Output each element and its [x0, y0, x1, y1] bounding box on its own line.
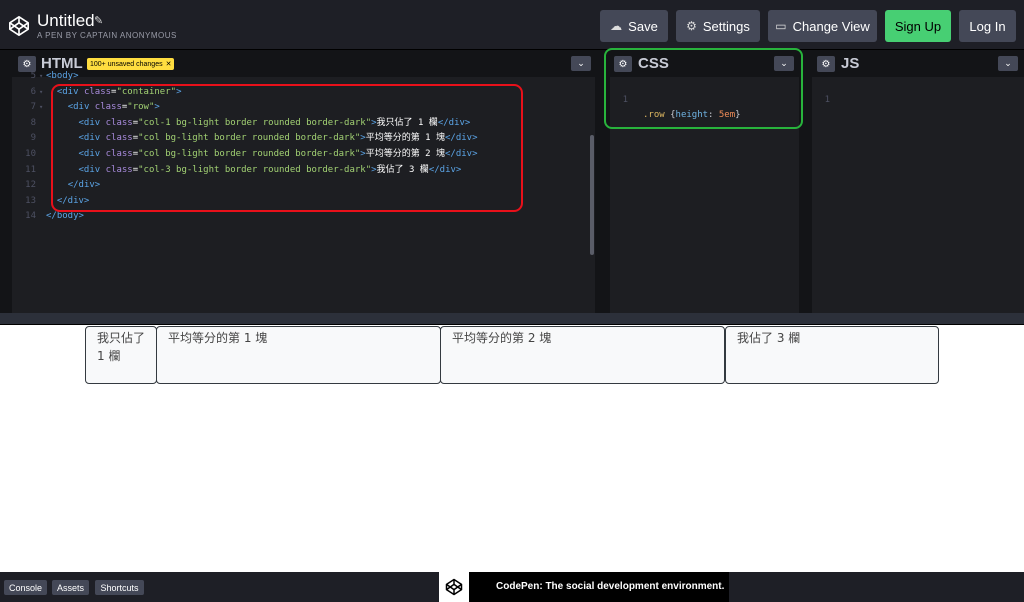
save-button[interactable]: ☁ Save: [600, 10, 668, 42]
result-preview: 我只佔了 1 欄 平均等分的第 1 塊 平均等分的第 2 塊 我佔了 3 欄: [0, 326, 1024, 572]
code-text: <body>: [46, 69, 79, 85]
red-highlight-box: [51, 84, 523, 212]
preview-resize-bar[interactable]: [0, 313, 1024, 325]
pen-author: A PEN BY CAPTAIN ANONYMOUS: [37, 31, 177, 40]
code-tag: <body>: [46, 71, 79, 81]
shortcuts-button[interactable]: Shortcuts: [95, 580, 144, 595]
line-number: 6: [30, 86, 36, 97]
js-editor-header: ⚙ JS ⌄: [812, 50, 1024, 77]
line-number: 11: [25, 164, 36, 175]
top-header: Untitled ✎ A PEN BY CAPTAIN ANONYMOUS ☁ …: [0, 0, 1024, 50]
assets-button[interactable]: Assets: [52, 580, 89, 595]
html-editor-scrollbar[interactable]: [590, 135, 594, 255]
line-number: 13: [25, 195, 36, 206]
js-code-line: 1: [812, 77, 1024, 105]
js-code-lines[interactable]: 1: [812, 77, 1024, 105]
edit-pencil-icon[interactable]: ✎: [94, 14, 103, 27]
cloud-icon: ☁: [610, 19, 623, 33]
settings-button[interactable]: ⚙ Settings: [676, 10, 760, 42]
gear-icon: ⚙: [686, 19, 697, 33]
js-settings-gear-icon[interactable]: ⚙: [817, 56, 835, 72]
js-editor-title: JS: [841, 55, 860, 72]
line-number: 9: [30, 133, 36, 144]
close-badge-icon[interactable]: ✕: [166, 60, 172, 68]
preview-col-1: 我只佔了 1 欄: [85, 326, 157, 384]
preview-col-3: 平均等分的第 2 塊: [440, 326, 725, 384]
js-editor[interactable]: ⚙ JS ⌄ 1: [812, 50, 1024, 313]
pen-title[interactable]: Untitled: [37, 11, 95, 31]
html-code-line: 5 ▾ <body>: [12, 69, 595, 85]
sign-up-button[interactable]: Sign Up: [885, 10, 951, 42]
code-tag: </body>: [46, 211, 84, 222]
line-number: 12: [25, 180, 36, 191]
fold-arrow-icon[interactable]: ▾: [39, 69, 43, 85]
line-number: 10: [25, 148, 36, 159]
codepen-logo-icon[interactable]: [8, 15, 30, 37]
js-collapse-chevron-icon[interactable]: ⌄: [998, 56, 1018, 71]
change-view-button[interactable]: ▭ Change View: [768, 10, 877, 42]
line-number: 1: [824, 94, 830, 105]
fold-arrow-icon[interactable]: ▾: [39, 85, 43, 101]
console-button[interactable]: Console: [4, 580, 47, 595]
log-in-button[interactable]: Log In: [959, 10, 1016, 42]
codepen-promo[interactable]: CodePen: The social development environm…: [439, 572, 729, 602]
settings-label: Settings: [702, 18, 750, 34]
layout-icon: ▭: [775, 19, 787, 33]
change-view-label: Change View: [792, 18, 870, 34]
preview-col-4: 我佔了 3 欄: [725, 326, 939, 384]
promo-text: CodePen: The social development environm…: [496, 581, 725, 592]
line-number: 7: [30, 102, 36, 113]
save-label: Save: [628, 18, 658, 34]
unsaved-changes-label: 100+ unsaved changes: [90, 60, 163, 68]
preview-col-2: 平均等分的第 1 塊: [156, 326, 441, 384]
fold-arrow-icon[interactable]: ▾: [39, 100, 43, 116]
line-number: 14: [25, 211, 36, 222]
line-number: 5: [30, 71, 36, 81]
line-number: 8: [30, 117, 36, 128]
green-highlight-box: [604, 48, 803, 129]
codepen-promo-logo-icon: [439, 572, 469, 602]
